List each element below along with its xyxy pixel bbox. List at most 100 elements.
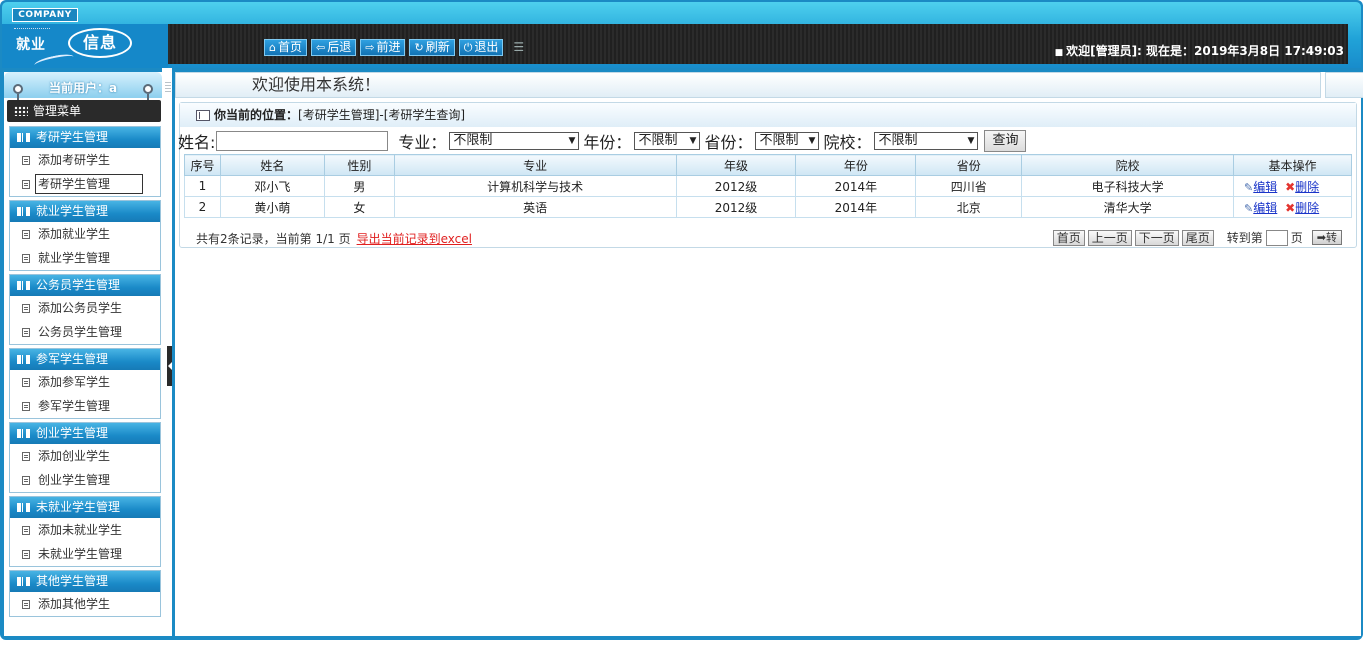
col-header: 序号 (184, 154, 221, 176)
content-box: 你当前的位置：[考研学生管理]-[考研学生查询] 姓名: 专业： 不限制 年份：… (178, 102, 1357, 248)
menu-item-label: 未就业学生管理 (38, 547, 123, 561)
home-label: 首页 (277, 40, 302, 54)
goto-label: 转到第 (1226, 231, 1263, 245)
goto-page-input[interactable] (1265, 229, 1288, 246)
province-select[interactable]: 不限制 (755, 132, 820, 150)
current-user-bar: 当前用户：a (4, 72, 162, 106)
welcome-status-text: 欢迎[管理员]: 现在是：2019年3月8日 17:49:03 (1066, 44, 1344, 58)
menu-item-label: 就业学生管理 (38, 251, 111, 265)
grip-icon (165, 82, 171, 94)
col-header: 专业 (393, 154, 677, 176)
menu-lines-icon: ☰ (513, 40, 525, 54)
last-page-button[interactable]: 尾页 (1181, 229, 1214, 246)
name-filter-input[interactable] (216, 131, 389, 151)
menu-item-manage-chuangye[interactable]: 创业学生管理 (10, 468, 160, 492)
menu-item-add-weijiuye[interactable]: 添加未就业学生 (10, 518, 160, 542)
menu-item-manage-canjun[interactable]: 参军学生管理 (10, 394, 160, 418)
table-cell: 2012级 (675, 175, 797, 197)
menu-group-title[interactable]: 参军学生管理 (10, 349, 160, 370)
record-count-text: 共有2条记录，当前第 1/1 页 (196, 232, 351, 246)
table-cell: 北京 (915, 196, 1023, 218)
table-cell: 2012级 (675, 196, 797, 218)
document-icon (22, 550, 30, 559)
welcome-banner-end (1325, 72, 1363, 98)
table-cell: 四川省 (915, 175, 1023, 197)
menu-group-label: 公务员学生管理 (36, 278, 121, 292)
menu-item-label: 添加创业学生 (38, 449, 111, 463)
menu-item-add-jiuye[interactable]: 添加就业学生 (10, 222, 160, 246)
pager: 共有2条记录，当前第 1/1 页导出当前记录到excel 首页 上一页 下一页 … (180, 229, 1356, 247)
document-icon (22, 156, 30, 165)
document-icon (22, 452, 30, 461)
major-select[interactable]: 不限制 (449, 132, 580, 150)
document-icon (22, 254, 30, 263)
logout-label: 退出 (474, 40, 499, 54)
col-header: 省份 (915, 154, 1023, 176)
menu-item-manage-jiuye[interactable]: 就业学生管理 (10, 246, 160, 270)
toolbar: ⌂ 首页 ⇦ 后退 ⇨ 前进 ↻ 刷新 ⏻ 退出 ☰ ■ 欢迎[管理员]: 现在是：2019… (168, 24, 1348, 64)
col-header: 年级 (675, 154, 797, 176)
menu-group-title[interactable]: 就业学生管理 (10, 201, 160, 222)
pencil-icon: ✎ (1244, 201, 1254, 215)
menu-item-add-gongwuyuan[interactable]: 添加公务员学生 (10, 296, 160, 320)
menu-item-manage-weijiuye[interactable]: 未就业学生管理 (10, 542, 160, 566)
col-header: 院校 (1021, 154, 1235, 176)
next-page-button[interactable]: 下一页 (1134, 229, 1179, 246)
logout-button[interactable]: ⏻ 退出 (458, 39, 504, 56)
table-cell: 女 (323, 196, 395, 218)
table-cell: 邓小飞 (219, 175, 325, 197)
menu-group-label: 就业学生管理 (36, 204, 109, 218)
table-cell: 2014年 (795, 196, 917, 218)
menu-group-label: 参军学生管理 (36, 352, 109, 366)
pin-icon (143, 84, 153, 106)
menu-item-add-chuangye[interactable]: 添加创业学生 (10, 444, 160, 468)
book-icon (17, 133, 30, 142)
edit-link[interactable]: 编辑 (1253, 180, 1277, 194)
col-header: 基本操作 (1233, 154, 1352, 176)
export-excel-link[interactable]: 导出当前记录到excel (357, 232, 472, 246)
school-select[interactable]: 不限制 (874, 132, 979, 150)
row-actions: ✎编辑 ✖删除 (1233, 175, 1352, 197)
record-info: 共有2条记录，当前第 1/1 页导出当前记录到excel (196, 230, 472, 247)
menu-item-manage-gongwuyuan[interactable]: 公务员学生管理 (10, 320, 160, 344)
menu-group-title[interactable]: 考研学生管理 (10, 127, 160, 148)
pin-icon (13, 84, 23, 106)
menu-item-label: 添加就业学生 (38, 227, 111, 241)
book-icon (17, 577, 30, 586)
prev-page-button[interactable]: 上一页 (1087, 229, 1132, 246)
table-row: 2 黄小萌 女 英语 2012级 2014年 北京 清华大学 ✎编辑 ✖删除 (184, 196, 1352, 218)
menu-group-title[interactable]: 公务员学生管理 (10, 275, 160, 296)
delete-x-icon: ✖ (1285, 179, 1296, 194)
menu-item-manage-kaoyan[interactable]: 考研学生管理 (10, 172, 160, 196)
table-icon (196, 110, 210, 121)
menu-item-label: 公务员学生管理 (38, 325, 123, 339)
panel-splitter[interactable] (162, 68, 174, 636)
edit-link[interactable]: 编辑 (1253, 201, 1277, 215)
year-select[interactable]: 不限制 (634, 132, 701, 150)
menu-item-add-canjun[interactable]: 添加参军学生 (10, 370, 160, 394)
refresh-button[interactable]: ↻ 刷新 (409, 39, 455, 56)
back-button[interactable]: ⇦ 后退 (311, 39, 357, 56)
first-page-button[interactable]: 首页 (1052, 229, 1085, 246)
book-icon (17, 503, 30, 512)
delete-link[interactable]: 删除 (1295, 180, 1319, 194)
menu-group-title[interactable]: 其他学生管理 (10, 571, 160, 592)
power-icon: ⏻ (463, 41, 473, 54)
menu-item-add-qita[interactable]: 添加其他学生 (10, 592, 160, 616)
menu-item-label: 添加参军学生 (38, 375, 111, 389)
forward-button[interactable]: ⇨ 前进 (360, 39, 406, 56)
home-button[interactable]: ⌂ 首页 (264, 39, 307, 56)
menu-group-title[interactable]: 创业学生管理 (10, 423, 160, 444)
document-icon (22, 600, 30, 609)
row-actions: ✎编辑 ✖删除 (1233, 196, 1352, 218)
menu-group-qita: 其他学生管理 添加其他学生 (9, 570, 161, 617)
menu-item-add-kaoyan[interactable]: 添加考研学生 (10, 148, 160, 172)
query-button[interactable]: 查询 (984, 130, 1027, 152)
menu-header: 管理菜单 (7, 100, 161, 122)
menu-item-label: 添加考研学生 (38, 153, 111, 167)
menu-group-label: 考研学生管理 (36, 130, 109, 144)
menu-group-title[interactable]: 未就业学生管理 (10, 497, 160, 518)
menu-groups: 考研学生管理 添加考研学生 考研学生管理 就业学生管理 添加就业学生 就业学生管… (9, 126, 161, 620)
delete-link[interactable]: 删除 (1295, 201, 1319, 215)
go-button[interactable]: ➡转 (1311, 230, 1342, 245)
